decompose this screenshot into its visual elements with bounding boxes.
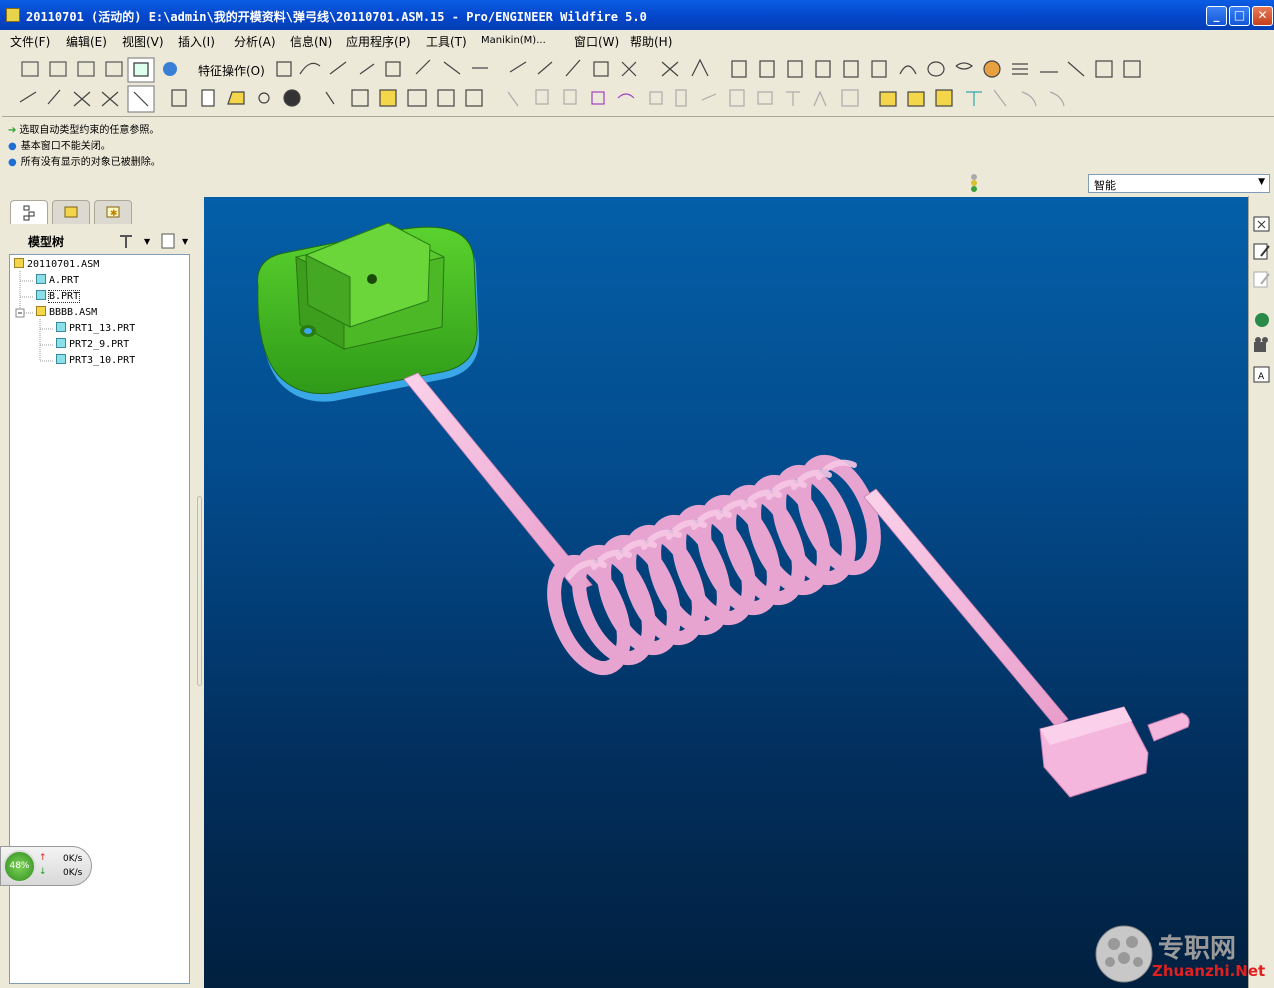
app-icon[interactable] <box>6 8 20 22</box>
bullet-icon: ● <box>8 141 17 152</box>
part-icon <box>36 274 46 284</box>
part-icon <box>36 290 46 300</box>
tree-node-label: BBBB.ASM <box>49 307 98 318</box>
wireframe-icon[interactable] <box>48 60 68 80</box>
toolbar-icons <box>19 57 1141 113</box>
assembly-icon <box>14 258 24 268</box>
shading-icon[interactable] <box>131 60 151 80</box>
tree-node-label: PRT1_13.PRT <box>69 323 136 334</box>
tab-favorites[interactable]: ✱ <box>94 200 132 224</box>
watermark: 专职网 Zhuanzhi.Net <box>1092 922 1272 988</box>
part-icon <box>56 322 66 332</box>
filter-select[interactable]: 智能 ▼ <box>1088 174 1270 193</box>
upload-speed: 0K/s <box>63 854 83 864</box>
menu-analysis[interactable]: 分析(A) <box>234 33 276 50</box>
message-text: 所有没有显示的对象已被删除。 <box>20 157 161 168</box>
graphics-window[interactable] <box>204 197 1248 988</box>
tree-node-label: A.PRT <box>49 275 80 286</box>
svg-text:✱: ✱ <box>110 209 118 219</box>
tree-settings-button[interactable] <box>116 230 146 250</box>
menu-bar: 文件(F) 编辑(E) 视图(V) 插入(I) 分析(A) 信息(N) 应用程序… <box>0 30 1274 52</box>
tree-node[interactable]: B.PRT <box>36 290 81 303</box>
globe-icon[interactable] <box>1253 311 1271 329</box>
bullet-icon: ● <box>8 157 17 168</box>
tree-node-label: PRT3_10.PRT <box>69 355 136 366</box>
datum-point-icon[interactable] <box>20 60 40 80</box>
message-text: 选取自动类型约束的任意参照。 <box>19 125 160 136</box>
menu-applications[interactable]: 应用程序(P) <box>346 33 411 50</box>
tree-node[interactable]: A.PRT <box>36 274 79 286</box>
model-tree-label: 模型树 <box>28 235 65 249</box>
tab-folder-browser[interactable] <box>52 200 90 224</box>
tree-node[interactable]: PRT1_13.PRT <box>56 322 135 334</box>
menu-view[interactable]: 视图(V) <box>122 33 164 50</box>
tree-node-label: 20110701.ASM <box>27 259 100 270</box>
menu-insert[interactable]: 插入(I) <box>178 33 215 50</box>
tree-node[interactable]: PRT3_10.PRT <box>56 354 135 366</box>
video-camera-icon[interactable] <box>1253 336 1271 354</box>
arrow-icon: ➔ <box>8 125 17 136</box>
edit-disabled-icon[interactable] <box>1253 270 1271 288</box>
message-line: ● 所有没有显示的对象已被删除。 <box>8 153 161 168</box>
edit-icon[interactable] <box>1253 242 1271 260</box>
menu-edit[interactable]: 编辑(E) <box>66 33 107 50</box>
new-file-icon[interactable] <box>200 88 220 108</box>
tab-model-tree[interactable] <box>10 200 48 224</box>
watermark-en: Zhuanzhi.Net <box>1152 962 1266 980</box>
part-icon <box>56 354 66 364</box>
sphere-icon[interactable] <box>282 88 302 108</box>
zoom-icon[interactable] <box>408 88 428 108</box>
close-button[interactable]: ✕ <box>1252 6 1273 26</box>
tree-node-label: B.PRT <box>47 290 81 303</box>
upload-arrow-icon: ↑ <box>39 853 47 863</box>
feature-operations-button[interactable]: 特征操作(O) <box>198 62 265 79</box>
window-title: 20110701 (活动的) E:\admin\我的开模资料\弹弓线\20110… <box>26 10 647 24</box>
message-line: ➔ 选取自动类型约束的任意参照。 <box>8 121 159 136</box>
message-text: 基本窗口不能关闭。 <box>20 141 111 152</box>
minimize-button[interactable]: _ <box>1206 6 1227 26</box>
chevron-down-icon: ▼ <box>1258 177 1265 187</box>
tree-node[interactable]: BBBB.ASM <box>36 306 97 318</box>
message-line: ● 基本窗口不能关闭。 <box>8 137 111 152</box>
panel-splitter[interactable] <box>196 196 204 988</box>
tree-show-button[interactable] <box>158 230 188 250</box>
assembly-icon <box>36 306 46 316</box>
traffic-light-icon[interactable] <box>970 172 978 194</box>
cpu-percent: 48% <box>3 850 36 883</box>
part-icon <box>56 338 66 348</box>
menu-help[interactable]: 帮助(H) <box>630 33 672 50</box>
model-tree-header: 模型树 ▼ ▼ <box>6 226 192 252</box>
watermark-logo <box>1095 925 1153 983</box>
download-speed: 0K/s <box>63 868 83 878</box>
maximize-button[interactable]: □ <box>1229 6 1250 26</box>
splitter-handle[interactable] <box>197 496 202 686</box>
orient-icon[interactable] <box>160 60 180 80</box>
tree-node-label: PRT2_9.PRT <box>69 339 130 350</box>
tree-node[interactable]: PRT2_9.PRT <box>56 338 129 350</box>
menu-manikin[interactable]: Manikin(M)... <box>481 35 546 46</box>
tree-node[interactable]: 20110701.ASM <box>14 258 99 270</box>
close-window-icon[interactable] <box>1253 215 1271 233</box>
hidden-line-icon[interactable] <box>76 60 96 80</box>
model-render <box>257 222 1190 798</box>
title-bar: 20110701 (活动的) E:\admin\我的开模资料\弹弓线\20110… <box>0 0 1274 30</box>
watermark-cn: 专职网 <box>1158 934 1237 964</box>
menu-file[interactable]: 文件(F) <box>10 33 50 50</box>
menu-window[interactable]: 窗口(W) <box>574 33 619 50</box>
network-speed-widget[interactable]: 48% ↑ ↓ 0K/s 0K/s <box>0 846 92 886</box>
right-toolbar: A <box>1248 196 1274 988</box>
toolbar: 特征操作(O) <box>0 52 1274 116</box>
open-file-icon[interactable] <box>226 88 246 108</box>
message-area: ➔ 选取自动类型约束的任意参照。 ● 基本窗口不能关闭。 ● 所有没有显示的对象已被删… <box>2 116 1274 194</box>
menu-tools[interactable]: 工具(T) <box>426 33 467 50</box>
filter-value: 智能 <box>1094 179 1116 192</box>
download-arrow-icon: ↓ <box>39 867 47 877</box>
no-hidden-icon[interactable] <box>104 60 124 80</box>
text-style-icon[interactable] <box>1253 365 1271 383</box>
menu-info[interactable]: 信息(N) <box>290 33 332 50</box>
